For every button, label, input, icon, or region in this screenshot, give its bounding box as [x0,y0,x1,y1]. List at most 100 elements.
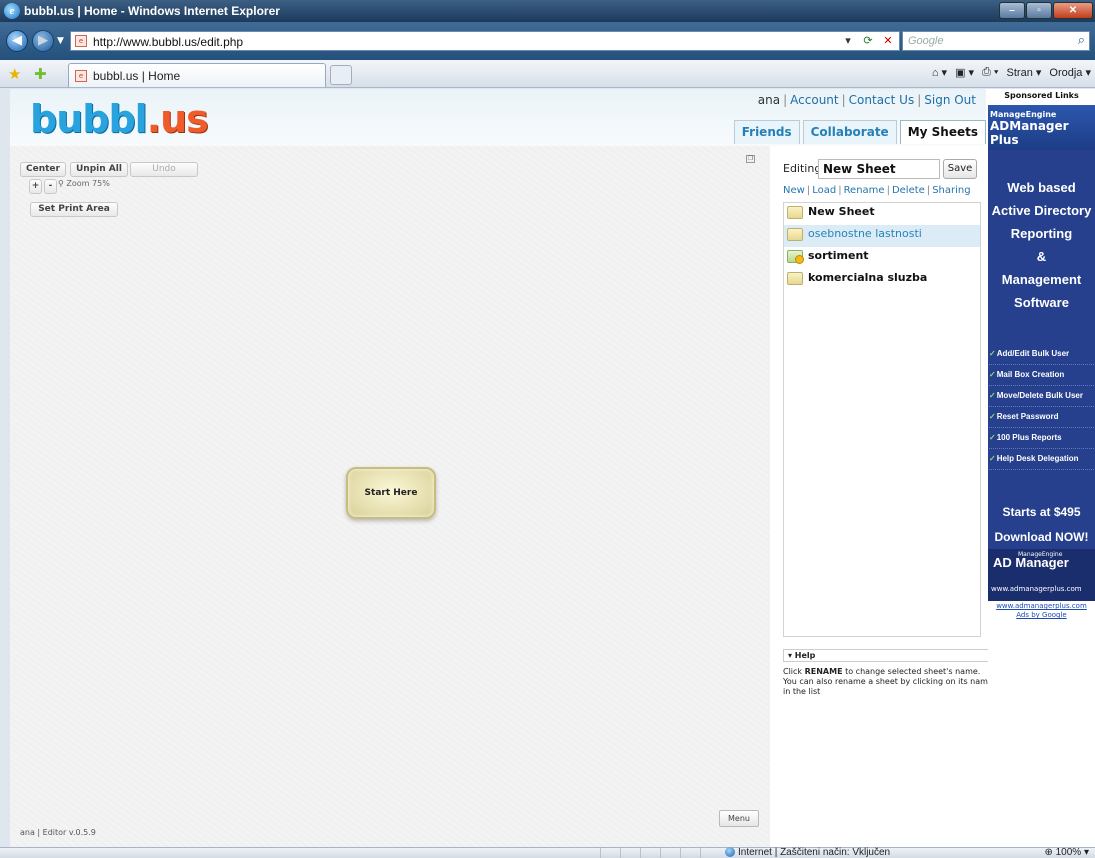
url-field[interactable]: e http://www.bubbl.us/edit.php ▾ ⟳ ✕ [70,31,900,51]
mindmap-canvas[interactable]: Center Unpin All Undo + - ⚲ Zoom 75% Set… [10,146,770,847]
sheet-name-input[interactable] [818,159,940,179]
signout-link[interactable]: Sign Out [924,93,976,107]
status-bar: Internet | Zaščiteni način: Vključen ⊕ 1… [0,847,1095,858]
sheet-item-label: sortiment [808,249,869,262]
sheet-actions: New | Load | Rename | Delete | Sharing [783,185,971,196]
ad-bullet: ✓Add/Edit Bulk User [989,344,1094,365]
security-zone[interactable]: Internet | Zaščiteni način: Vključen [725,847,890,858]
help-toggle[interactable]: ▾ Help [783,649,993,662]
back-icon[interactable]: ◀ [6,30,28,52]
editing-row: Editing Save [783,159,983,181]
forward-icon[interactable]: ▶ [32,30,54,52]
page-icon: e [75,35,87,47]
checkmark-icon: ✓ [989,433,996,442]
ad-links: www.admanagerplus.com Ads by Google [988,602,1095,620]
print-icon[interactable]: ⎙ ▾ [982,66,998,79]
ad-banner[interactable]: ManageEngine ADManager Plus Web based Ac… [988,105,1095,589]
checkmark-icon: ✓ [989,412,996,421]
ad-bullet: ✓100 Plus Reports [989,428,1094,449]
page-menu[interactable]: Stran ▾ [1007,66,1042,79]
zoom-control[interactable]: ⊕ 100% ▾ [1044,847,1089,858]
user-links: ana | Account | Contact Us | Sign Out [757,93,976,107]
section-tabs: Friends Collaborate My Sheets [733,120,986,144]
ad-headline: Web based Active Directory Reporting & M… [991,180,1092,310]
ad-call-to-action: Starts at $495 Download NOW! [994,505,1089,544]
url-text: http://www.bubbl.us/edit.php [93,35,244,49]
close-window-button[interactable]: ✕ [1053,2,1093,19]
new-sheet-link[interactable]: New [783,185,805,196]
contact-link[interactable]: Contact Us [849,93,915,107]
save-button[interactable]: Save [943,159,977,179]
username: ana [757,93,781,107]
window-titlebar: e bubbl.us | Home - Windows Internet Exp… [0,0,1095,22]
load-sheet-link[interactable]: Load [812,185,836,196]
tab-bar: ★ ✚ e bubbl.us | Home ⌂ ▾ ▣ ▾ ⎙ ▾ Stran … [0,60,1095,88]
center-button[interactable]: Center [20,162,66,177]
tools-menu[interactable]: Orodja ▾ [1049,66,1091,79]
search-field[interactable]: Google ⌕ [902,31,1090,51]
bubblus-logo[interactable]: bubbl.us [30,97,209,141]
sheet-item-label: komercialna sluzba [808,271,928,284]
page-content: bubbl.us ana | Account | Contact Us | Sign Out… [10,89,1095,847]
search-icon[interactable]: ⌕ [1078,33,1085,48]
sheet-item-komercialna-sluzba[interactable]: komercialna sluzba [784,269,980,291]
maximize-button[interactable]: ▫ [1026,2,1052,19]
help-panel: ▾ Help Click RENAME to change selected s… [783,649,993,697]
checkmark-icon: ✓ [989,391,996,400]
undo-button[interactable]: Undo [130,162,198,177]
tab-title: bubbl.us | Home [93,69,181,83]
menu-button[interactable]: Menu [719,810,759,827]
site-header: bubbl.us ana | Account | Contact Us | Sign Out… [10,89,986,146]
editor-version: ana | Editor v.0.5.9 [20,828,96,837]
address-bar: ◀ ▶ ▼ e http://www.bubbl.us/edit.php ▾ ⟳… [0,22,1095,60]
collapse-panel-icon[interactable]: ❐ [746,155,755,163]
zoom-out-button[interactable]: - [44,179,57,194]
sheet-item-label: osebnostne lastnosti [808,227,922,240]
account-link[interactable]: Account [790,93,838,107]
ad-feature-list: ✓Add/Edit Bulk User ✓Mail Box Creation ✓… [988,344,1095,470]
delete-sheet-link[interactable]: Delete [892,185,925,196]
checkmark-icon: ✓ [989,349,996,358]
home-icon[interactable]: ⌂ ▾ [932,66,947,79]
checkmark-icon: ✓ [989,370,996,379]
stop-icon[interactable]: ✕ [879,33,897,49]
ads-by-google-link[interactable]: Ads by Google [988,611,1095,620]
rename-sheet-link[interactable]: Rename [844,185,885,196]
refresh-icon[interactable]: ⟳ [859,33,877,49]
sheet-item-sortiment[interactable]: sortiment [784,247,980,269]
minimize-button[interactable]: – [999,2,1025,19]
folder-icon [787,206,803,219]
tab-collaborate[interactable]: Collaborate [802,120,897,144]
help-text: Click RENAME to change selected sheet's … [783,667,993,696]
ie-logo-icon: e [4,3,20,19]
add-favorites-icon[interactable]: ✚ [34,65,47,83]
sheet-item-new-sheet[interactable]: New Sheet [784,203,980,225]
ad-bullet: ✓Help Desk Delegation [989,449,1094,470]
checkmark-icon: ✓ [989,454,996,463]
window-title: bubbl.us | Home - Windows Internet Explo… [24,4,280,18]
editing-label: Editing [783,162,822,175]
url-dropdown-icon[interactable]: ▾ [839,33,857,49]
zoom-in-button[interactable]: + [29,179,42,194]
browser-tab-active[interactable]: e bubbl.us | Home [68,63,326,87]
feeds-icon[interactable]: ▣ ▾ [955,66,974,79]
sheet-item-osebnostne-lastnosti[interactable]: osebnostne lastnosti [784,225,980,247]
favorites-star-icon[interactable]: ★ [8,65,21,83]
ad-bullet: ✓Move/Delete Bulk User [989,386,1094,407]
ad-bullet: ✓Mail Box Creation [989,365,1094,386]
start-here-bubble[interactable]: Start Here [346,467,436,519]
tab-my-sheets[interactable]: My Sheets [899,120,986,144]
ad-bullet: ✓Reset Password [989,407,1094,428]
sponsored-ad-column: Sponsored Links ManageEngine ADManager P… [988,89,1095,847]
ad-url-link[interactable]: www.admanagerplus.com [988,602,1095,611]
history-dropdown-icon[interactable]: ▼ [57,36,64,46]
unpin-all-button[interactable]: Unpin All [70,162,128,177]
set-print-area-button[interactable]: Set Print Area [30,202,118,217]
new-tab-button[interactable] [330,65,352,85]
folder-icon [787,228,803,241]
ad-brand: ManageEngine ADManager Plus [988,105,1095,150]
tab-friends[interactable]: Friends [733,120,800,144]
sheet-list: New Sheet osebnostne lastnosti sortiment… [783,202,981,637]
sharing-link[interactable]: Sharing [932,185,970,196]
admanager-logo[interactable]: ManageEngine AD Manager www.admanagerplu… [988,549,1095,601]
